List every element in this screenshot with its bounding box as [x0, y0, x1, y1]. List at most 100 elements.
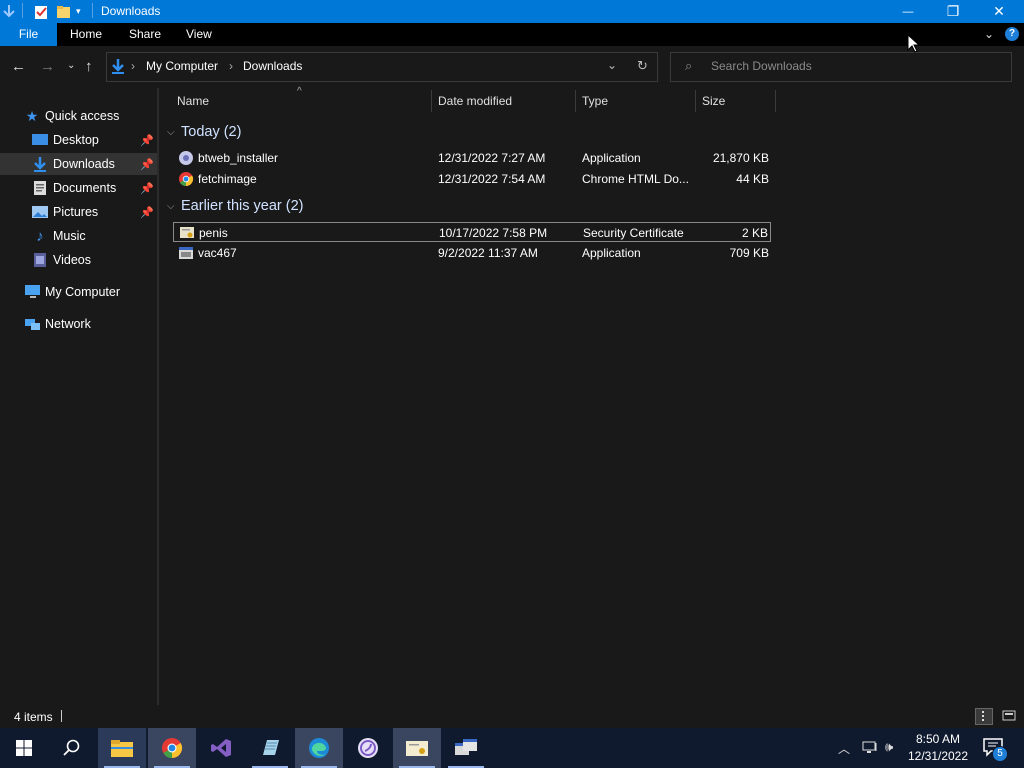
file-name: penis — [199, 226, 228, 240]
group-header-today[interactable]: Today (2) — [181, 124, 241, 140]
file-type: Security Certificate — [583, 226, 684, 240]
file-row[interactable]: penis 10/17/2022 7:58 PM Security Certif… — [173, 222, 771, 242]
minimize-button[interactable]: — — [885, 0, 931, 23]
search-icon: ⌕ — [685, 58, 693, 73]
recent-locations-button[interactable]: ⌄ — [67, 60, 75, 71]
tab-view[interactable]: View — [172, 23, 226, 46]
taskbar-application[interactable] — [442, 728, 490, 768]
nav-item-quick-access[interactable]: ★ Quick access — [0, 105, 157, 127]
customize-toolbar-chevron-icon[interactable]: ▾ — [76, 3, 81, 20]
breadcrumb-my-computer[interactable]: My Computer — [146, 59, 218, 73]
nav-item-network[interactable]: Network — [0, 313, 157, 335]
nav-item-my-computer[interactable]: My Computer — [0, 281, 157, 303]
column-header-size[interactable]: Size — [702, 88, 725, 114]
tab-share[interactable]: Share — [115, 23, 175, 46]
large-icons-view-button[interactable] — [1000, 708, 1018, 725]
up-button[interactable]: ↑ — [85, 58, 93, 75]
taskbar-notepad[interactable] — [246, 728, 294, 768]
details-view-icon — [982, 711, 988, 721]
taskbar-certificate[interactable] — [393, 728, 441, 768]
taskbar-bittorrent[interactable] — [344, 728, 392, 768]
column-divider[interactable] — [431, 90, 432, 112]
column-divider[interactable] — [575, 90, 576, 112]
taskbar-visual-studio[interactable] — [197, 728, 245, 768]
network-status-icon[interactable] — [862, 740, 880, 757]
pin-icon[interactable]: 📌 — [140, 182, 154, 195]
column-header-date-modified[interactable]: Date modified — [438, 88, 512, 114]
download-icon — [32, 156, 48, 172]
window-title: Downloads — [101, 4, 161, 18]
pin-icon[interactable]: 📌 — [140, 134, 154, 147]
nav-item-desktop[interactable]: Desktop 📌 — [0, 129, 157, 151]
forward-button[interactable]: → — [40, 58, 55, 75]
title-bar[interactable]: ▾ Downloads — ❐ ✕ — [0, 0, 1024, 23]
collapse-chevron-icon[interactable]: ⌵ — [167, 201, 175, 212]
bittorrent-icon — [358, 738, 378, 758]
refresh-icon[interactable]: ↻ — [637, 58, 648, 74]
breadcrumb-downloads[interactable]: Downloads — [243, 59, 302, 73]
expand-ribbon-chevron-icon[interactable]: ⌄ — [984, 27, 994, 41]
file-row[interactable]: fetchimage 12/31/2022 7:54 AM Chrome HTM… — [173, 169, 771, 189]
nav-item-videos[interactable]: Videos — [0, 249, 157, 271]
pin-icon[interactable]: 📌 — [140, 158, 154, 171]
clock[interactable]: 8:50 AM 12/31/2022 — [906, 731, 970, 765]
nav-item-pictures[interactable]: Pictures 📌 — [0, 201, 157, 223]
file-name: btweb_installer — [198, 151, 279, 165]
taskbar-edge[interactable] — [295, 728, 343, 768]
search-taskbar-button[interactable] — [48, 728, 96, 768]
search-input[interactable]: Search Downloads — [711, 59, 812, 73]
details-view-button[interactable] — [975, 708, 993, 725]
nav-item-documents[interactable]: Documents 📌 — [0, 177, 157, 199]
file-row[interactable]: btweb_installer 12/31/2022 7:27 AM Appli… — [173, 148, 771, 168]
certificate-icon — [179, 225, 195, 241]
properties-icon[interactable] — [34, 3, 48, 20]
address-dropdown-icon[interactable]: ⌄ — [607, 58, 617, 72]
collapse-chevron-icon[interactable]: ⌵ — [167, 127, 175, 138]
group-header-earlier-this-year[interactable]: Earlier this year (2) — [181, 198, 303, 214]
file-date: 12/31/2022 7:27 AM — [438, 151, 546, 165]
tab-file[interactable]: File — [0, 23, 57, 46]
minimize-icon: — — [902, 5, 914, 18]
column-divider[interactable] — [775, 90, 776, 112]
help-button[interactable]: ? — [1005, 27, 1019, 41]
up-arrow-icon: ↑ — [85, 58, 93, 75]
close-button[interactable]: ✕ — [976, 0, 1022, 23]
file-row[interactable]: vac467 9/2/2022 11:37 AM Application 709… — [173, 243, 771, 263]
column-header-type[interactable]: Type — [582, 88, 608, 114]
new-folder-icon[interactable] — [56, 3, 72, 20]
status-divider — [61, 710, 62, 722]
show-hidden-icons-chevron-icon[interactable]: ︿ — [838, 740, 850, 757]
desktop-icon — [32, 132, 48, 148]
nav-item-downloads[interactable]: Downloads 📌 — [0, 153, 157, 175]
maximize-button[interactable]: ❐ — [930, 0, 976, 23]
search-box[interactable]: ⌕ Search Downloads — [670, 52, 1012, 82]
column-divider[interactable] — [695, 90, 696, 112]
file-size: 21,870 KB — [712, 151, 769, 165]
nav-item-music[interactable]: ♪ Music — [0, 225, 157, 247]
file-type: Chrome HTML Do... — [582, 172, 689, 186]
search-icon — [63, 739, 80, 756]
notepad-icon — [263, 740, 279, 755]
file-explorer-icon — [111, 740, 133, 757]
file-name: fetchimage — [198, 172, 257, 186]
file-size: 709 KB — [729, 246, 769, 260]
breadcrumb-separator: › — [131, 59, 135, 73]
volume-icon[interactable]: 🕪 — [885, 739, 893, 755]
address-bar[interactable]: › My Computer › Downloads ⌄ ↻ — [106, 52, 658, 82]
column-header-name[interactable]: Name — [177, 88, 209, 114]
tab-home[interactable]: Home — [56, 23, 116, 46]
taskbar-file-explorer[interactable] — [98, 728, 146, 768]
clock-time: 8:50 AM — [915, 732, 961, 746]
sort-ascending-icon: ^ — [297, 86, 302, 97]
nav-label: Quick access — [45, 109, 120, 123]
navigation-pane: ★ Quick access Desktop 📌 Downloads 📌 Doc… — [0, 88, 157, 705]
pin-icon[interactable]: 📌 — [140, 206, 154, 219]
start-button[interactable] — [0, 728, 48, 768]
file-type: Application — [582, 151, 641, 165]
taskbar-chrome[interactable] — [148, 728, 196, 768]
visual-studio-icon — [211, 739, 231, 757]
back-button[interactable]: ← — [11, 58, 26, 75]
action-center-button[interactable]: 5 — [980, 735, 1010, 762]
nav-label: Music — [53, 229, 86, 243]
item-count: 4 items — [14, 710, 53, 724]
